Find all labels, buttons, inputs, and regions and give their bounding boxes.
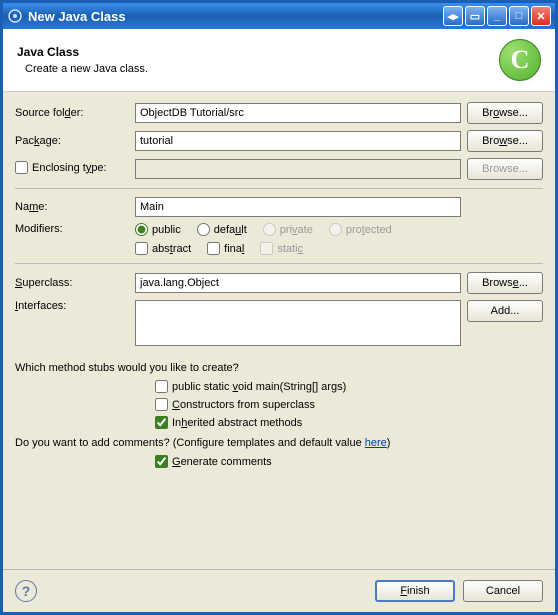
modifiers-label: Modifiers:: [15, 223, 135, 235]
interfaces-label: Interfaces:: [15, 300, 135, 312]
modifier-public-radio[interactable]: public: [135, 223, 181, 236]
window-title: New Java Class: [28, 9, 443, 24]
package-browse-button[interactable]: Browse...: [467, 130, 543, 152]
cancel-button[interactable]: Cancel: [463, 580, 543, 602]
button-bar: ? Finish Cancel: [3, 569, 555, 612]
package-label: Package:: [15, 135, 135, 147]
package-input[interactable]: [135, 131, 461, 151]
form-content: Source folder: Browse... Package: Browse…: [3, 92, 555, 569]
stub-main-checkbox[interactable]: public static void main(String[] args): [155, 380, 543, 393]
titlebar-restore-button[interactable]: ▭: [465, 6, 485, 26]
modifier-protected-radio: protected: [329, 223, 392, 236]
stub-inherited-checkbox[interactable]: Inherited abstract methods: [155, 416, 543, 429]
close-button[interactable]: ✕: [531, 6, 551, 26]
configure-here-link[interactable]: here: [365, 437, 387, 449]
modifier-static-checkbox: static: [260, 242, 303, 255]
dialog-window: New Java Class ◂▸ ▭ _ □ ✕ Java Class Cre…: [0, 0, 558, 615]
modifier-private-radio: private: [263, 223, 313, 236]
stub-constructors-checkbox[interactable]: Constructors from superclass: [155, 398, 543, 411]
method-stubs-question: Which method stubs would you like to cre…: [15, 362, 543, 374]
superclass-browse-button[interactable]: Browse...: [467, 272, 543, 294]
name-input[interactable]: [135, 197, 461, 217]
app-icon: [7, 8, 23, 24]
superclass-input[interactable]: [135, 273, 461, 293]
modifier-default-radio[interactable]: default: [197, 223, 247, 236]
generate-comments-checkbox[interactable]: Generate comments: [155, 455, 272, 468]
interfaces-add-button[interactable]: Add...: [467, 300, 543, 322]
superclass-label: Superclass:: [15, 277, 135, 289]
help-icon[interactable]: ?: [15, 580, 37, 602]
header-subtitle: Create a new Java class.: [17, 63, 499, 75]
enclosing-type-label: Enclosing type:: [15, 161, 135, 177]
source-folder-label: Source folder:: [15, 107, 135, 119]
titlebar: New Java Class ◂▸ ▭ _ □ ✕: [3, 3, 555, 29]
interfaces-listbox[interactable]: [135, 300, 461, 346]
modifier-abstract-checkbox[interactable]: abstract: [135, 242, 191, 255]
source-folder-browse-button[interactable]: Browse...: [467, 102, 543, 124]
source-folder-input[interactable]: [135, 103, 461, 123]
enclosing-type-checkbox[interactable]: [15, 161, 28, 174]
name-label: Name:: [15, 201, 135, 213]
separator: [15, 263, 543, 264]
enclosing-type-browse-button: Browse...: [467, 158, 543, 180]
minimize-button[interactable]: _: [487, 6, 507, 26]
enclosing-type-input: [135, 159, 461, 179]
comments-question: Do you want to add comments? (Configure …: [15, 437, 543, 449]
maximize-button[interactable]: □: [509, 6, 529, 26]
class-icon: C: [499, 39, 541, 81]
finish-button[interactable]: Finish: [375, 580, 455, 602]
modifier-final-checkbox[interactable]: final: [207, 242, 244, 255]
header-pane: Java Class Create a new Java class. C: [3, 29, 555, 92]
header-title: Java Class: [17, 45, 499, 59]
titlebar-left-arrow-button[interactable]: ◂▸: [443, 6, 463, 26]
separator: [15, 188, 543, 189]
